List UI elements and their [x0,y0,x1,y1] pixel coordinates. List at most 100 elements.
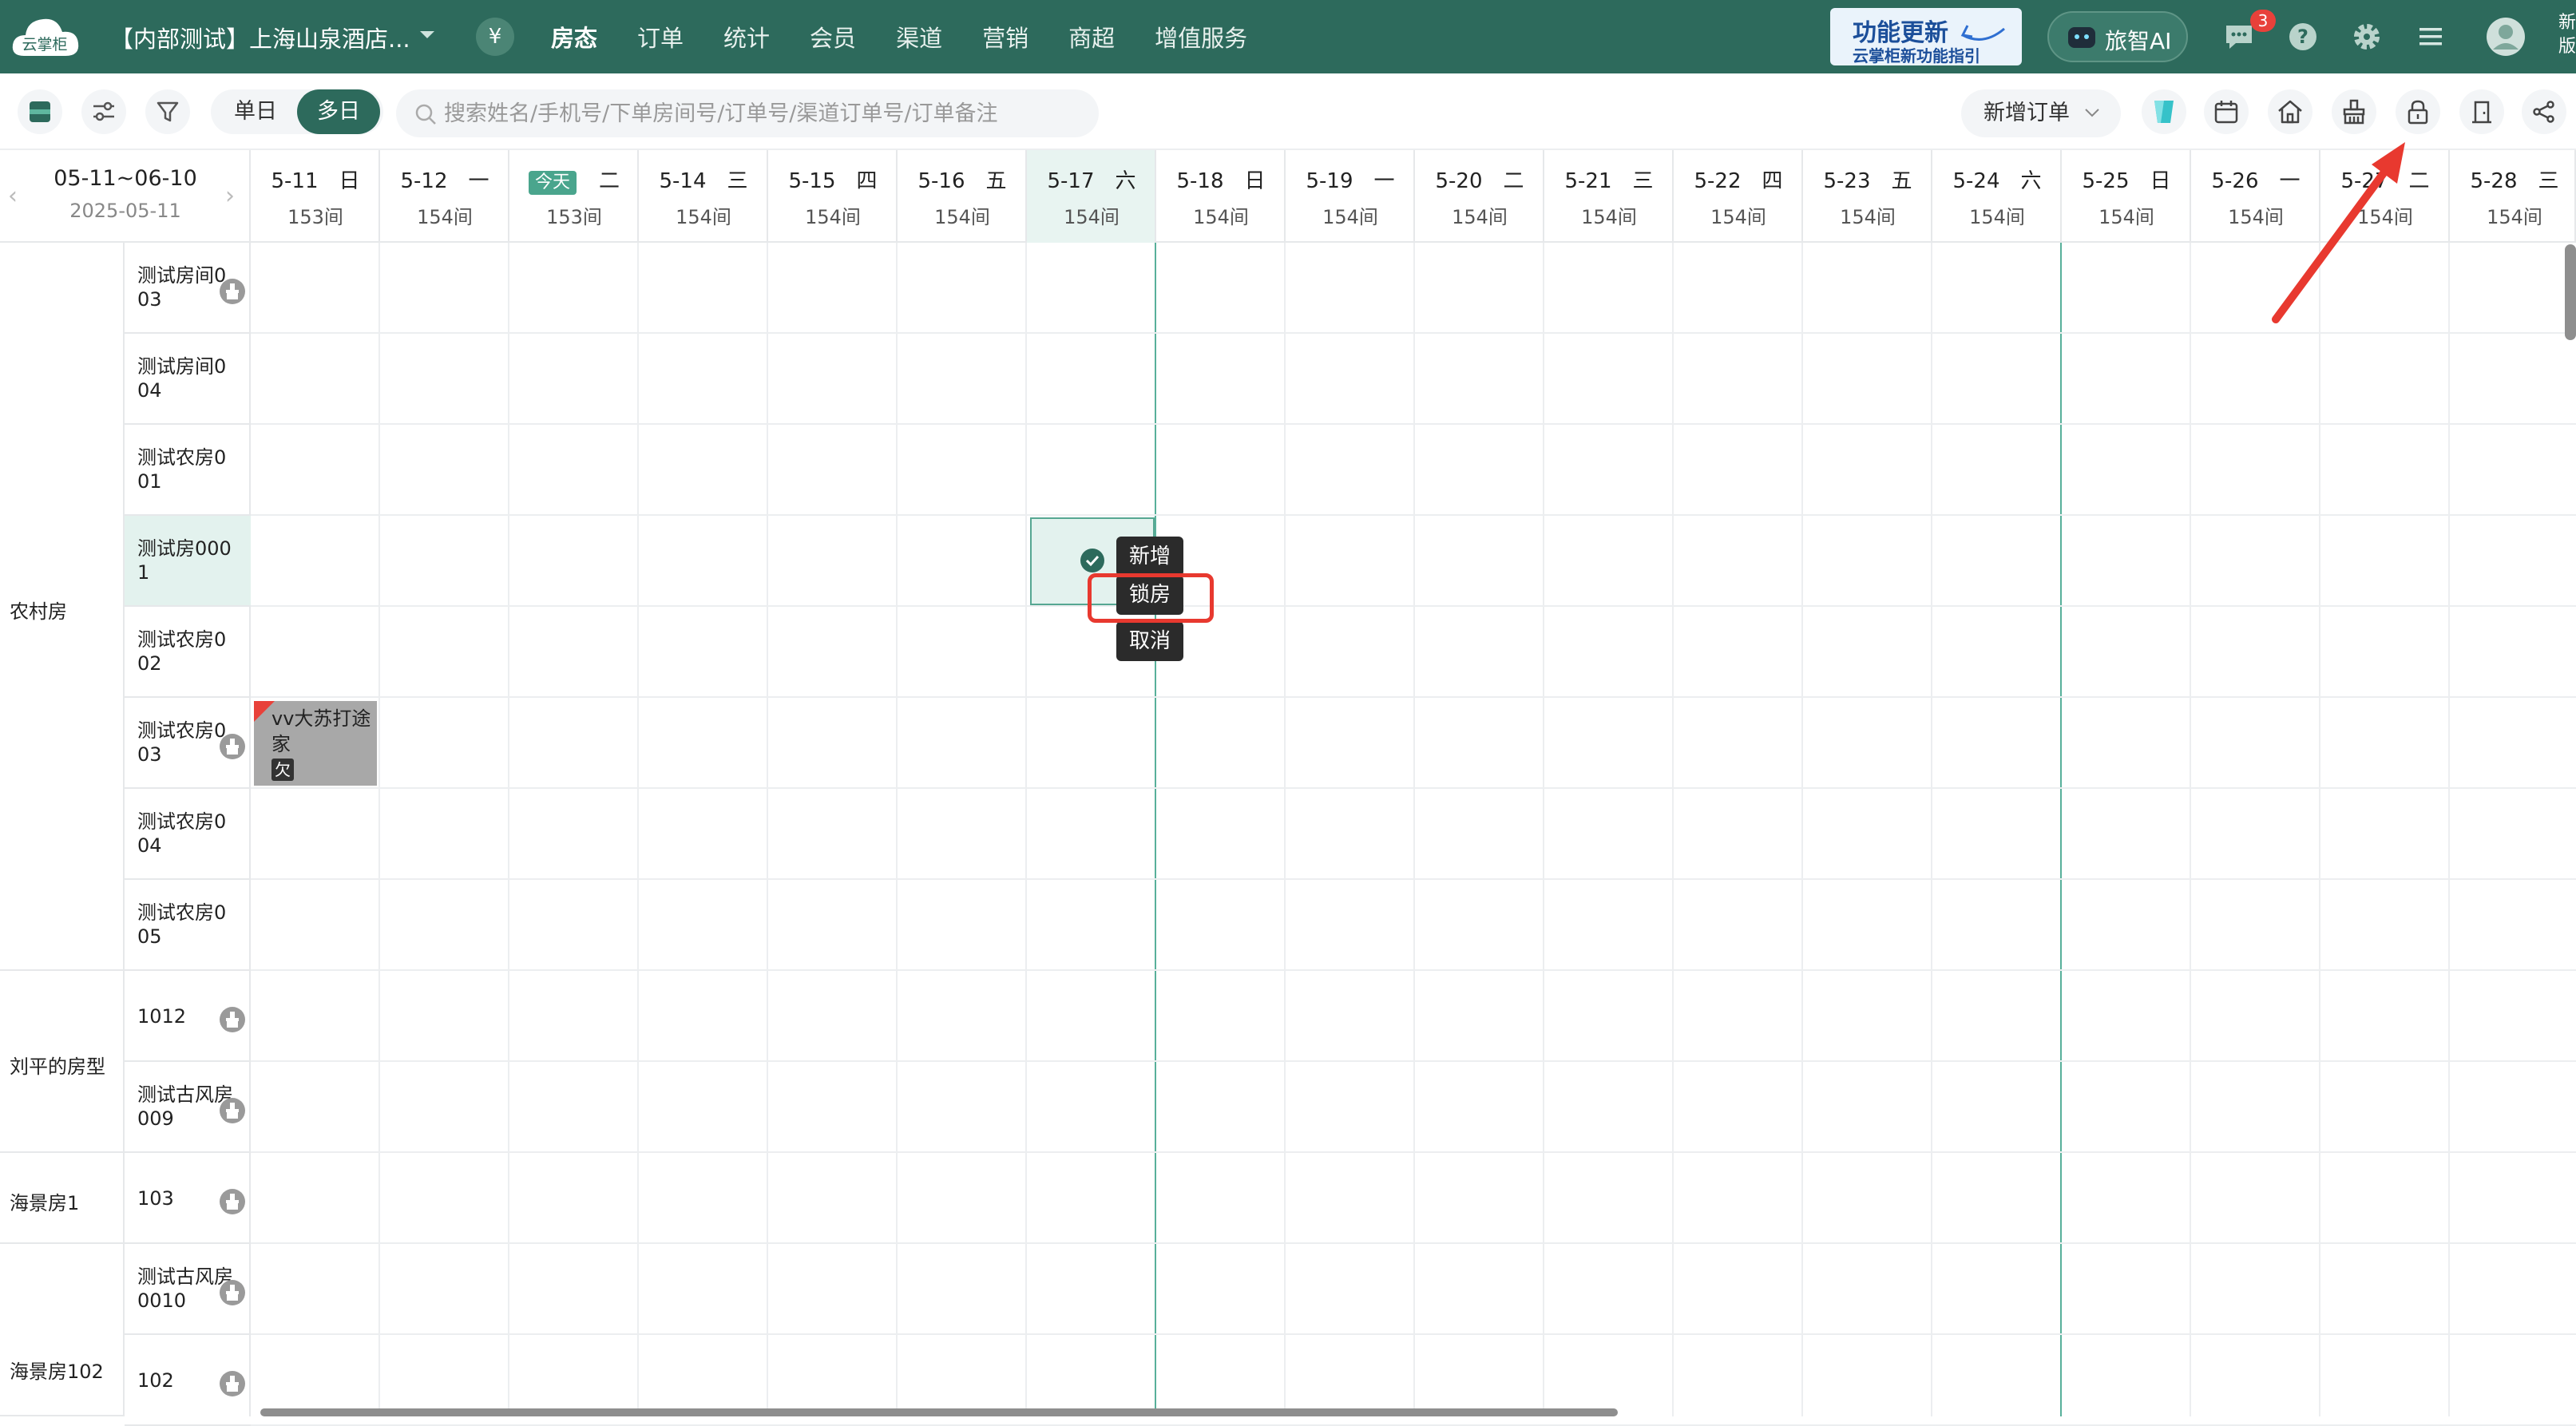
cleaning-status-icon[interactable] [219,278,246,305]
day-label: 5-22 四 [1674,164,1803,194]
menu-icon[interactable] [2415,21,2447,53]
settings-sliders-button[interactable] [81,89,126,134]
booking-block[interactable]: vv大苏打途家 欠 [254,701,377,786]
day-date: 5-21 [1564,169,1612,193]
cleaning-status-icon[interactable] [219,733,246,760]
available-count: 154间 [1064,206,1120,228]
nav-members[interactable]: 会员 [810,20,856,53]
avatar-icon[interactable] [2485,16,2526,57]
room-cell[interactable]: 测试农房002 [125,607,251,698]
day-column-header[interactable]: 5-11 日 153间 [251,150,380,243]
cup-button[interactable] [2142,89,2186,134]
nav-marketing[interactable]: 营销 [982,20,1028,53]
new-order-dropdown[interactable]: 新增订单 [1961,89,2121,137]
share-button[interactable] [2522,89,2566,134]
door-button[interactable] [2459,89,2504,134]
room-cell[interactable]: 测试房间004 [125,334,251,425]
available-count: 153间 [546,206,602,228]
day-column-header[interactable]: 5-23 五 154间 [1803,150,1932,243]
calendar-button[interactable] [2204,89,2249,134]
room-cell[interactable]: 102 [125,1335,251,1426]
day-column-header[interactable]: 5-15 四 154间 [768,150,898,243]
menu-item-add[interactable]: 新增 [1116,537,1183,576]
cleaning-status-icon[interactable] [219,1097,246,1124]
room-cell[interactable]: 测试古风房009 [125,1062,251,1153]
day-column-header[interactable]: 5-24 六 154间 [1932,150,2062,243]
share-icon [2533,101,2554,123]
room-cell[interactable]: 1012 [125,971,251,1062]
menu-item-cancel[interactable]: 取消 [1116,621,1183,661]
day-column-header[interactable]: 5-12 一 154间 [380,150,509,243]
weekday: 日 [1244,169,1266,193]
date-range-picker[interactable]: ‹ 05-11~06-10 2025-05-11 › [0,150,251,243]
multi-day-option[interactable]: 多日 [297,89,380,134]
gear-icon[interactable] [2351,21,2383,53]
grid-hline [251,423,2576,425]
weekday: 三 [1632,169,1654,193]
day-column-header[interactable]: 5-21 三 154间 [1544,150,1674,243]
day-column-header[interactable]: 5-20 二 154间 [1415,150,1544,243]
available-count: 154间 [934,206,990,228]
message-icon[interactable] [2223,21,2255,53]
room-number-column: 测试房间003 测试房间004 测试农房001 测试房0001 测试农房002 测试农房0… [125,243,251,1426]
day-date: 5-19 [1306,169,1353,193]
color-legend-button[interactable] [18,89,62,134]
weekday: 四 [856,169,878,193]
caret-down-icon[interactable] [417,24,438,45]
cleaning-status-icon[interactable] [219,1006,246,1033]
available-count: 154间 [2487,206,2542,228]
day-column-header[interactable]: 5-17 六 154间 [1027,150,1156,243]
day-label: 5-19 一 [1286,164,1415,194]
horizontal-scrollbar[interactable] [260,1408,1618,1416]
nav-room-status[interactable]: 房态 [551,20,597,53]
check-circle-icon [1080,549,1104,572]
hotel-name[interactable]: 【内部测试】上海山泉酒店... [110,21,410,54]
day-column-header[interactable]: 今天二 153间 [509,150,639,243]
grid-vline [2190,243,2191,1416]
available-count: 154间 [1969,206,2025,228]
day-column-header[interactable]: 5-25 日 154间 [2062,150,2191,243]
day-column-header[interactable]: 5-18 日 154间 [1156,150,1286,243]
vertical-scrollbar[interactable] [2565,244,2576,340]
day-label: 5-17 六 [1027,164,1156,194]
cleaning-status-icon[interactable] [219,1370,246,1397]
search-input[interactable] [396,89,1099,137]
help-icon[interactable]: ? [2287,21,2319,53]
filter-button[interactable] [145,89,190,134]
day-column-header[interactable]: 5-19 一 154间 [1286,150,1415,243]
feature-update-banner[interactable]: 功能更新 云掌柜新功能指引 [1830,8,2022,65]
day-column-header[interactable]: 5-16 五 154间 [898,150,1027,243]
new-version-tab[interactable]: 新版 [2558,11,2576,59]
room-cell[interactable]: 测试农房003 [125,698,251,789]
day-column-header[interactable]: 5-28 三 154间 [2450,150,2576,243]
house-icon [2278,100,2302,124]
grid-vline [2319,243,2320,1416]
cleaning-status-icon[interactable] [219,1188,246,1215]
currency-button[interactable]: ¥ [476,18,514,56]
room-cell[interactable]: 103 [125,1153,251,1244]
grid-hline [251,787,2576,789]
room-cell[interactable]: 测试农房001 [125,425,251,516]
ai-assistant-button[interactable]: 旅智AI [2047,11,2188,62]
nav-store[interactable]: 商超 [1068,20,1115,53]
room-cell[interactable]: 测试房0001 [125,516,251,607]
available-count: 154间 [676,206,731,228]
yunzhanggui-logo[interactable]: 云掌柜 [8,11,81,61]
room-cell[interactable]: 测试房间003 [125,243,251,334]
room-cell[interactable]: 测试农房004 [125,789,251,880]
room-name: 测试农房005 [137,901,227,948]
grid-vline [1672,243,1674,1416]
owed-badge: 欠 [271,759,294,781]
cleaning-status-icon[interactable] [219,1279,246,1306]
date-range: 05-11~06-10 [54,166,197,191]
room-cell[interactable]: 测试农房005 [125,880,251,971]
nav-value-added[interactable]: 增值服务 [1155,20,1247,53]
nav-channels[interactable]: 渠道 [896,20,942,53]
single-day-option[interactable]: 单日 [214,89,297,134]
day-column-header[interactable]: 5-14 三 154间 [639,150,768,243]
next-arrow-icon[interactable]: › [225,182,235,210]
nav-orders[interactable]: 订单 [637,20,684,53]
nav-statistics[interactable]: 统计 [723,20,770,53]
day-column-header[interactable]: 5-22 四 154间 [1674,150,1803,243]
room-cell[interactable]: 测试古风房0010 [125,1244,251,1335]
